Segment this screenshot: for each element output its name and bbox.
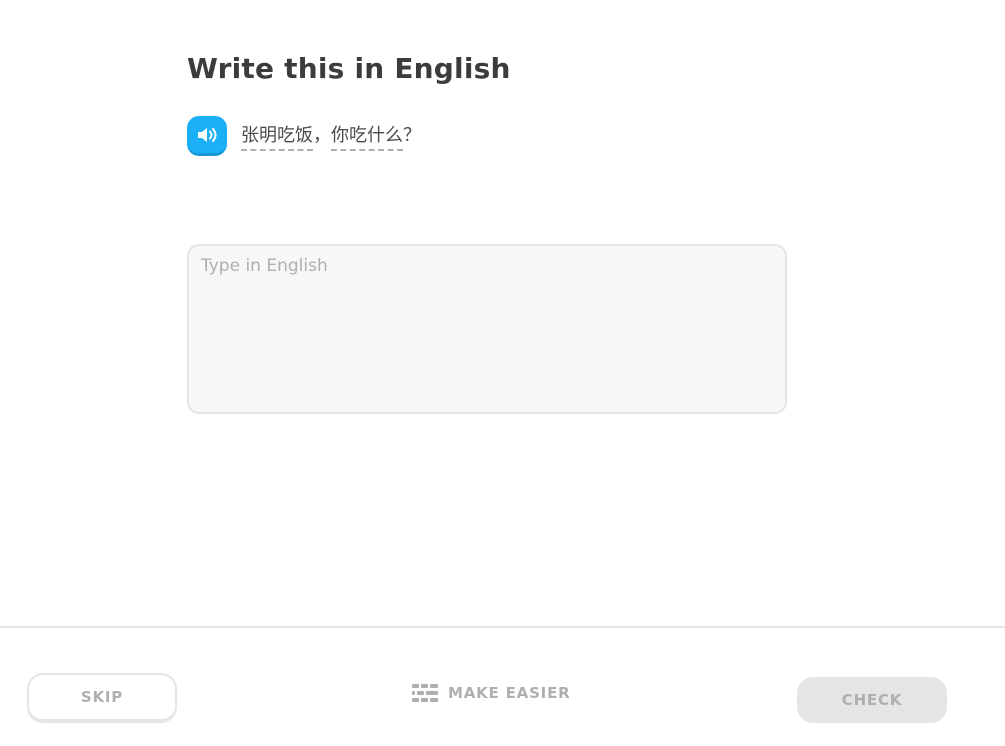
lesson-page: Write this in English 张明吃饭 ， 你吃什么 ？ SKIP [0, 0, 1005, 746]
bricks-icon [412, 684, 438, 702]
prompt-row: 张明吃饭 ， 你吃什么 ？ [187, 116, 421, 156]
play-audio-button[interactable] [187, 116, 227, 156]
answer-input[interactable] [189, 246, 785, 412]
prompt-punctuation: ， [313, 125, 331, 146]
prompt-punctuation: ？ [403, 125, 421, 146]
prompt-sentence: 张明吃饭 ， 你吃什么 ？ [241, 121, 421, 151]
skip-button[interactable]: SKIP [27, 673, 177, 723]
challenge-title: Write this in English [187, 52, 511, 85]
answer-box [187, 244, 787, 414]
check-button[interactable]: CHECK [797, 677, 947, 723]
footer-divider [0, 626, 1005, 628]
make-easier-button[interactable]: MAKE EASIER [412, 684, 570, 702]
speaker-icon [196, 126, 218, 144]
make-easier-label: MAKE EASIER [448, 684, 571, 702]
prompt-word[interactable]: 你吃什么 [331, 121, 403, 151]
prompt-word[interactable]: 张明吃饭 [241, 121, 313, 151]
